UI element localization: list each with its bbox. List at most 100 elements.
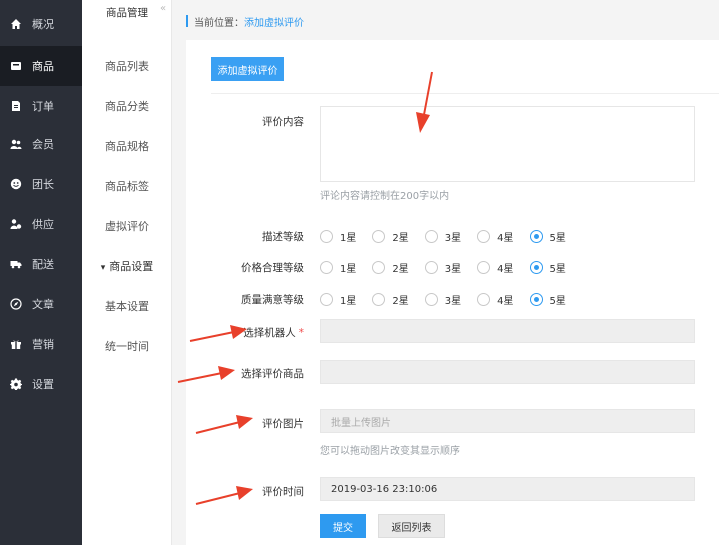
home-icon xyxy=(9,17,23,31)
sidebar-item-order[interactable]: 订单 xyxy=(0,86,82,126)
subnav-group-label: 商品设置 xyxy=(109,260,154,273)
subnav-item-category[interactable]: 商品分类 xyxy=(82,98,172,114)
sidebar-item-label: 文章 xyxy=(32,298,54,311)
sidebar-item-label: 会员 xyxy=(32,138,54,151)
subnav-item-tags[interactable]: 商品标签 xyxy=(82,178,172,194)
content-hint: 评论内容请控制在200字以内 xyxy=(320,191,450,202)
sidebar-item-overview[interactable]: 概况 xyxy=(0,4,82,44)
radio-circle-selected[interactable] xyxy=(529,260,543,274)
subnav-item-product-list[interactable]: 商品列表 xyxy=(82,58,172,74)
description-rating-group: 1星 2星 3星 4星 5星 xyxy=(320,228,582,244)
subnav-title: 商品管理 xyxy=(106,7,148,19)
radio-1-star[interactable]: 1星 xyxy=(320,292,356,307)
radio-circle[interactable] xyxy=(477,260,491,274)
robot-label-text: 选择机器人 xyxy=(243,327,296,339)
radio-circle[interactable] xyxy=(320,229,333,243)
back-to-list-button[interactable]: 返回列表 xyxy=(378,514,445,538)
review-content-textarea[interactable] xyxy=(320,106,695,182)
radio-circle[interactable] xyxy=(372,292,386,306)
review-time-input[interactable]: 2019-03-16 23:10:06 xyxy=(320,477,695,501)
radio-5-star[interactable]: 5星 xyxy=(529,292,566,307)
sidebar-item-label: 概况 xyxy=(32,18,54,31)
gift-icon xyxy=(9,337,23,351)
sidebar-item-label: 配送 xyxy=(32,258,54,271)
leader-icon xyxy=(9,177,23,191)
product-select[interactable] xyxy=(320,360,695,384)
radio-2-star[interactable]: 2星 xyxy=(372,229,409,244)
radio-2-star[interactable]: 2星 xyxy=(372,260,409,275)
sidebar-item-leader[interactable]: 团长 xyxy=(0,164,82,204)
radio-circle[interactable] xyxy=(477,292,491,306)
chevron-down-icon: ▾ xyxy=(100,263,106,273)
main-sidebar: 概况 商品 订单 会员 团长 供应 配送 文章 营销 设置 xyxy=(0,0,82,545)
collapse-icon[interactable]: « xyxy=(160,4,170,14)
subnav-item-virtual-review[interactable]: 虚拟评价 xyxy=(82,218,172,234)
radio-circle-selected[interactable] xyxy=(529,229,543,243)
robot-label: 选择机器人 * xyxy=(194,325,304,340)
radio-3-star[interactable]: 3星 xyxy=(424,260,461,275)
radio-circle[interactable] xyxy=(477,229,491,243)
image-hint: 您可以拖动图片改变其显示顺序 xyxy=(320,446,460,457)
sidebar-item-label: 供应 xyxy=(32,218,54,231)
breadcrumb: 当前位置： 添加虚拟评价 xyxy=(186,14,304,29)
radio-circle[interactable] xyxy=(320,260,333,274)
subnav-item-spec[interactable]: 商品规格 xyxy=(82,138,172,154)
breadcrumb-current[interactable]: 添加虚拟评价 xyxy=(244,14,304,29)
robot-select[interactable] xyxy=(320,319,695,343)
product-label: 选择评价商品 xyxy=(241,368,304,380)
description-rating-label: 描述等级 xyxy=(262,231,304,243)
price-rating-group: 1星 2星 3星 4星 5星 xyxy=(320,259,582,275)
radio-2-star[interactable]: 2星 xyxy=(372,292,409,307)
product-subnav: 商品管理 商品列表 商品分类 商品规格 商品标签 虚拟评价 ▾ 商品设置 基本设置… xyxy=(82,0,172,545)
product-icon xyxy=(9,59,23,73)
price-rating-label: 价格合理等级 xyxy=(241,262,304,274)
radio-circle[interactable] xyxy=(424,229,438,243)
radio-circle[interactable] xyxy=(372,229,386,243)
gear-icon xyxy=(9,377,23,391)
supplier-icon xyxy=(9,217,23,231)
sidebar-item-articles[interactable]: 文章 xyxy=(0,284,82,324)
order-icon xyxy=(9,99,23,113)
members-icon xyxy=(9,137,23,151)
add-virtual-review-button[interactable]: 添加虚拟评价 xyxy=(211,57,284,81)
radio-4-star[interactable]: 4星 xyxy=(477,260,514,275)
radio-circle-selected[interactable] xyxy=(529,292,543,306)
radio-5-star[interactable]: 5星 xyxy=(529,229,566,244)
image-upload-input[interactable]: 批量上传图片 xyxy=(320,409,695,433)
radio-circle[interactable] xyxy=(424,292,438,306)
sidebar-item-members[interactable]: 会员 xyxy=(0,124,82,164)
truck-icon xyxy=(9,257,23,271)
sidebar-item-product[interactable]: 商品 xyxy=(0,46,82,86)
radio-circle[interactable] xyxy=(320,292,333,306)
radio-3-star[interactable]: 3星 xyxy=(424,292,461,307)
radio-4-star[interactable]: 4星 xyxy=(477,292,514,307)
breadcrumb-prefix: 当前位置： xyxy=(194,17,244,29)
radio-circle[interactable] xyxy=(372,260,386,274)
sidebar-item-label: 设置 xyxy=(32,378,54,391)
radio-1-star[interactable]: 1星 xyxy=(320,260,356,275)
radio-3-star[interactable]: 3星 xyxy=(424,229,461,244)
quality-rating-group: 1星 2星 3星 4星 5星 xyxy=(320,291,582,307)
subnav-item-basic-settings[interactable]: 基本设置 xyxy=(82,298,172,314)
radio-4-star[interactable]: 4星 xyxy=(477,229,514,244)
sidebar-item-label: 商品 xyxy=(32,60,54,73)
sidebar-item-label: 订单 xyxy=(32,100,54,113)
sidebar-item-label: 团长 xyxy=(32,178,54,191)
sidebar-item-supplier[interactable]: 供应 xyxy=(0,204,82,244)
submit-button[interactable]: 提交 xyxy=(320,514,366,538)
breadcrumb-accent-bar xyxy=(186,15,188,27)
compass-icon xyxy=(9,297,23,311)
sidebar-item-delivery[interactable]: 配送 xyxy=(0,244,82,284)
sidebar-item-settings[interactable]: 设置 xyxy=(0,364,82,404)
divider xyxy=(211,93,719,94)
image-label: 评价图片 xyxy=(262,418,304,430)
radio-circle[interactable] xyxy=(424,260,438,274)
subnav-group-product-settings[interactable]: ▾ 商品设置 xyxy=(82,258,172,274)
radio-1-star[interactable]: 1星 xyxy=(320,229,356,244)
subnav-item-unified-time[interactable]: 统一时间 xyxy=(82,338,172,354)
sidebar-item-marketing[interactable]: 营销 xyxy=(0,324,82,364)
quality-rating-label: 质量满意等级 xyxy=(241,294,304,306)
required-mark: * xyxy=(298,327,304,339)
radio-5-star[interactable]: 5星 xyxy=(529,260,566,275)
content-label: 评价内容 xyxy=(262,116,304,128)
